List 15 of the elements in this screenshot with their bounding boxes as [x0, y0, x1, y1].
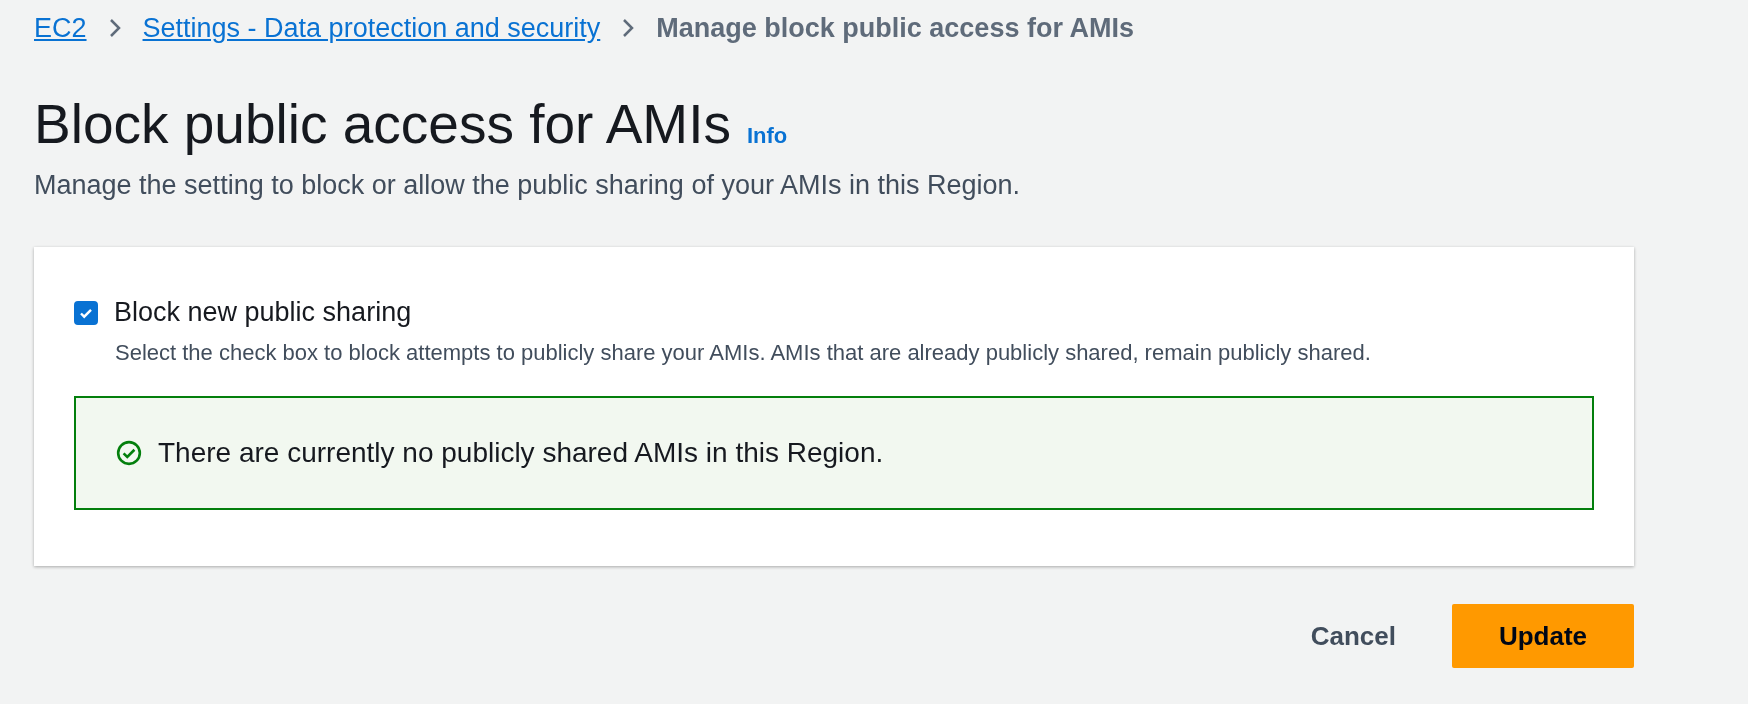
checkbox-label: Block new public sharing: [114, 297, 412, 328]
page-title: Block public access for AMIs: [34, 92, 731, 156]
check-circle-icon: [116, 440, 142, 466]
page-description: Manage the setting to block or allow the public sharing of your AMIs in this Region.: [34, 170, 1022, 201]
help-text: Select the check box to block attempts to publicly share your AMIs. AMIs that are already publicly shared, remain publicly shared.: [115, 340, 1372, 366]
checkbox[interactable]: [74, 300, 98, 325]
breadcrumb-link[interactable]: Settings - Data protection and security: [142, 12, 601, 44]
breadcrumb-link[interactable]: EC2: [34, 12, 87, 44]
info-link[interactable]: Info: [746, 123, 788, 149]
chevron-right-icon: [622, 18, 635, 38]
chevron-right-icon: [108, 18, 121, 38]
cancel-button[interactable]: Cancel: [1290, 610, 1416, 662]
update-button[interactable]: Update: [1452, 604, 1634, 668]
breadcrumb-current: Manage block public access for AMIs: [656, 12, 1134, 44]
alert-message: There are currently no publicly shared AMIs in this Region.: [158, 437, 884, 469]
